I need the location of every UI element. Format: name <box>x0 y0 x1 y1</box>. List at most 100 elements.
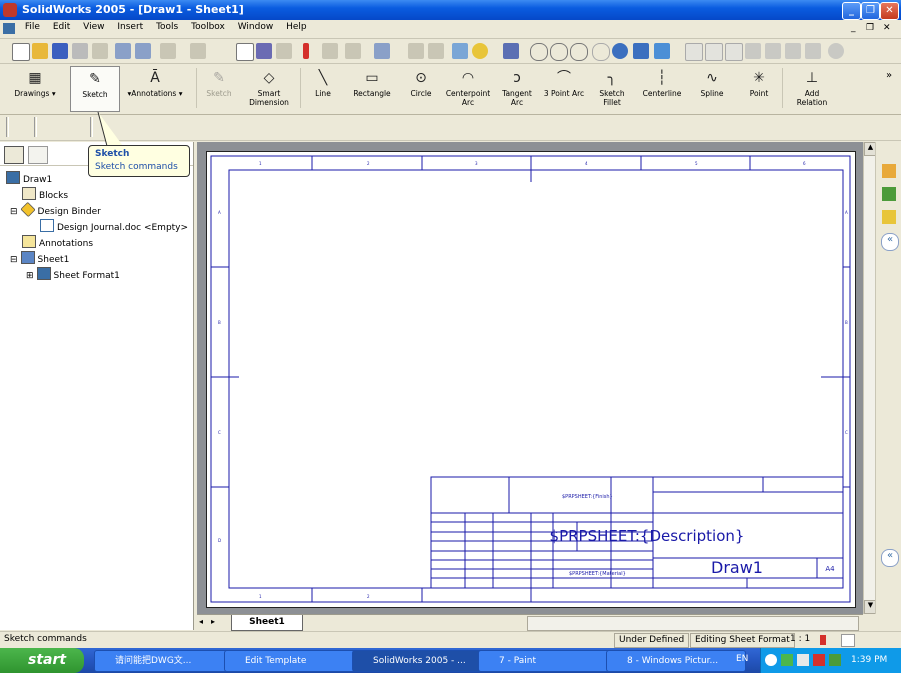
tangent-arc-tool[interactable]: ↄ Tangent Arc <box>497 66 537 110</box>
tray-icon[interactable] <box>765 654 777 666</box>
expand-icon[interactable]: ⊞ <box>26 271 34 281</box>
sketch-fillet-tool[interactable]: ╮ Sketch Fillet <box>592 66 632 110</box>
menu-edit[interactable]: Edit <box>48 20 75 34</box>
hidden-lines-removed-icon[interactable] <box>725 43 743 61</box>
layer-icon[interactable] <box>374 43 390 59</box>
restore-button[interactable]: ❐ <box>861 2 880 20</box>
toolbar-handle[interactable] <box>90 117 93 137</box>
property-manager-tab-icon[interactable] <box>28 146 48 164</box>
tree-item-blocks[interactable]: Blocks <box>22 187 68 201</box>
language-indicator[interactable]: EN <box>736 654 748 664</box>
select-other-icon[interactable] <box>256 43 272 59</box>
menu-window[interactable]: Window <box>233 20 279 34</box>
three-point-arc-tool[interactable]: ⌒ 3 Point Arc <box>540 66 588 110</box>
open-icon[interactable] <box>32 43 48 59</box>
line-tool[interactable]: ╲ Line <box>306 66 340 110</box>
centerline-tool[interactable]: ┆ Centerline <box>638 66 686 110</box>
zoom-inout-icon[interactable] <box>570 43 588 61</box>
cut-icon[interactable] <box>115 43 131 59</box>
status-box-icon[interactable] <box>841 634 855 647</box>
home-icon[interactable] <box>882 164 896 178</box>
toolbox-icon[interactable] <box>452 43 468 59</box>
sketch-toolbar-icon[interactable] <box>276 43 292 59</box>
tree-item-design-binder[interactable]: ⊟ Design Binder <box>10 201 101 218</box>
menu-toolbox[interactable]: Toolbox <box>186 20 230 34</box>
help-icon[interactable] <box>472 43 488 59</box>
collapse-pane-icon-bottom[interactable]: « <box>881 549 899 567</box>
drawings-tab[interactable]: ▦ Drawings ▾ <box>6 66 64 110</box>
measure-icon[interactable] <box>503 43 519 59</box>
toolbar-handle[interactable] <box>6 117 9 137</box>
toolbar-icon[interactable] <box>345 43 361 59</box>
tab-prev-icon[interactable]: ◂ <box>199 617 203 626</box>
toolbar-handle[interactable] <box>34 117 37 137</box>
horizontal-scrollbar[interactable] <box>527 616 859 631</box>
rectangle-tool[interactable]: ▭ Rectangle <box>350 66 394 110</box>
save-icon[interactable] <box>52 43 68 59</box>
document-icon[interactable] <box>3 23 15 34</box>
section-view-icon[interactable] <box>805 43 821 59</box>
zoom-selection-icon[interactable] <box>592 43 610 61</box>
tree-item-sheet1[interactable]: ⊟ Sheet1 <box>10 251 69 265</box>
sketch-tab[interactable]: ✎ Sketch <box>70 66 120 112</box>
taskbar-item-solidworks[interactable]: SolidWorks 2005 - ... <box>352 650 486 672</box>
pan-icon[interactable] <box>633 43 649 59</box>
tray-icon[interactable] <box>797 654 809 666</box>
print-icon[interactable] <box>72 43 88 59</box>
tray-icon[interactable] <box>813 654 825 666</box>
point-tool[interactable]: ✳ Point <box>742 66 776 110</box>
taskbar-item-dwg[interactable]: 请问能把DWG文... <box>94 650 234 672</box>
minimize-button[interactable]: _ <box>842 2 861 20</box>
tree-item-draw1[interactable]: Draw1 <box>6 171 52 185</box>
spline-tool[interactable]: ∿ Spline <box>694 66 730 110</box>
undo-icon[interactable] <box>160 43 176 59</box>
tree-item-design-journal[interactable]: Design Journal.doc <Empty> <box>40 219 188 233</box>
doc-restore-icon[interactable]: ❐ <box>866 23 874 33</box>
wireframe-icon[interactable] <box>685 43 703 61</box>
tree-item-annotations[interactable]: Annotations <box>22 235 93 249</box>
taskbar-item-paint[interactable]: 7 - Paint <box>478 650 612 672</box>
view-orientation-icon[interactable] <box>654 43 670 59</box>
rebuild-status-icon[interactable] <box>820 635 826 645</box>
collapse-icon[interactable]: ⊟ <box>10 207 18 217</box>
hidden-lines-visible-icon[interactable] <box>705 43 723 61</box>
tray-icon[interactable] <box>781 654 793 666</box>
smart-dimension-tool[interactable]: ◇ Smart Dimension <box>244 66 294 110</box>
menu-file[interactable]: File <box>20 20 45 34</box>
annotations-tab[interactable]: Ā ▾Annotations ▾ <box>120 66 190 110</box>
clock[interactable]: 1:39 PM <box>851 648 887 673</box>
zoom-fit-icon[interactable] <box>530 43 548 61</box>
circle-tool[interactable]: ⊙ Circle <box>404 66 438 110</box>
redo-icon[interactable] <box>190 43 206 59</box>
taskbar-item-picture-viewer[interactable]: 8 - Windows Pictur... <box>606 650 746 672</box>
taskbar-item-edit-template[interactable]: Edit Template <box>224 650 358 672</box>
doc-minimize-icon[interactable]: _ <box>851 23 856 33</box>
copy-icon[interactable] <box>135 43 151 59</box>
menu-help[interactable]: Help <box>281 20 312 34</box>
collapse-pane-icon[interactable]: « <box>881 233 899 251</box>
new-icon[interactable] <box>12 43 30 61</box>
feature-manager-tab-icon[interactable] <box>4 146 24 164</box>
toolbar-overflow-chevron[interactable]: » <box>886 70 892 81</box>
list-icon[interactable] <box>428 43 444 59</box>
start-button[interactable]: start <box>0 648 84 673</box>
options-icon[interactable] <box>322 43 338 59</box>
shaded-icon[interactable] <box>765 43 781 59</box>
tab-next-icon[interactable]: ▸ <box>211 617 215 626</box>
print-preview-icon[interactable] <box>92 43 108 59</box>
select-icon[interactable] <box>236 43 254 61</box>
close-button[interactable]: ✕ <box>880 2 899 20</box>
drawing-area[interactable]: 1 2 3 4 5 6 1 2 A B C D A B C $PRPSHEET:… <box>197 142 863 614</box>
add-relation-tool[interactable]: ⊥ Add Relation <box>790 66 834 110</box>
menu-insert[interactable]: Insert <box>112 20 148 34</box>
menu-tools[interactable]: Tools <box>151 20 183 34</box>
centerpoint-arc-tool[interactable]: ◠ Centerpoint Arc <box>444 66 492 110</box>
design-library-icon[interactable] <box>882 187 896 201</box>
tray-icon[interactable] <box>829 654 841 666</box>
collapse-icon[interactable]: ⊟ <box>10 255 18 265</box>
rotate-icon[interactable] <box>612 43 628 59</box>
design-library-icon[interactable] <box>408 43 424 59</box>
sketch-tool[interactable]: ✎ Sketch <box>200 66 238 110</box>
sheet-tab-sheet1[interactable]: Sheet1 <box>231 615 303 631</box>
drawing-sheet[interactable]: 1 2 3 4 5 6 1 2 A B C D A B C $PRPSHEET:… <box>206 151 856 608</box>
